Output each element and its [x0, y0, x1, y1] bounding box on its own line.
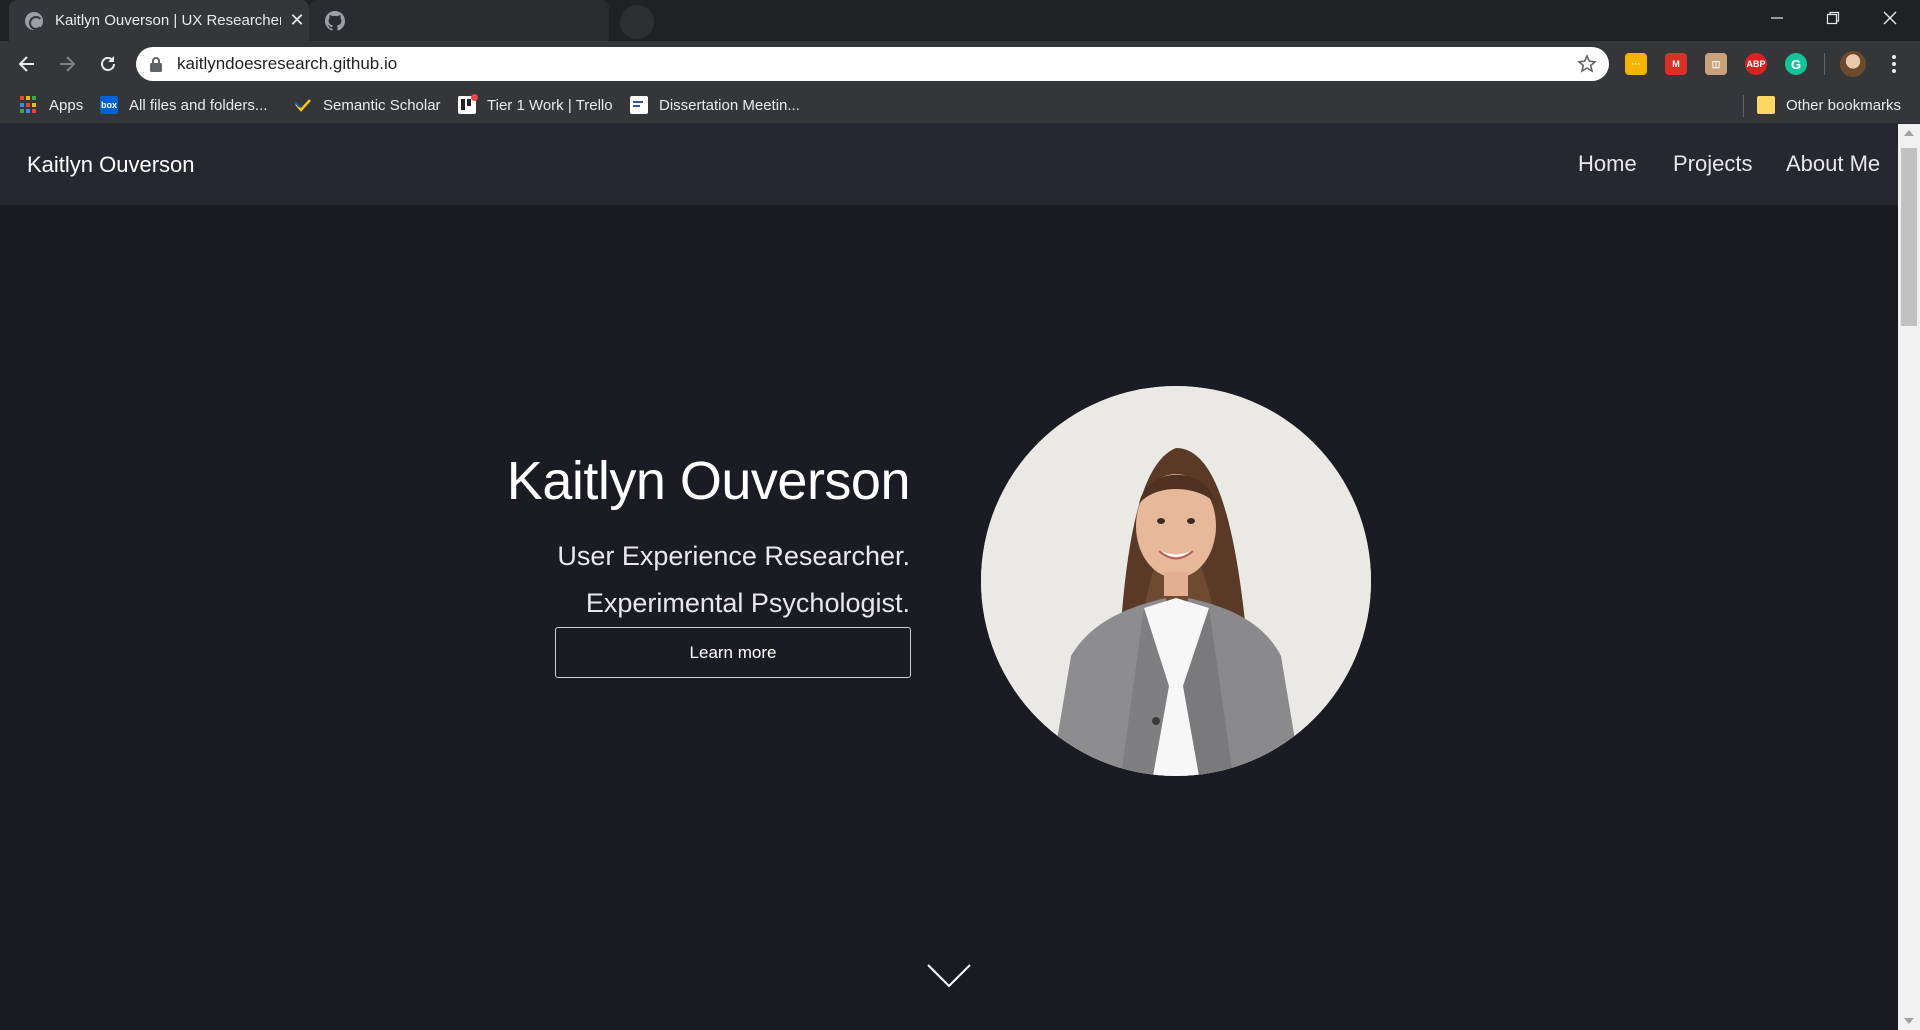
forward-button[interactable] — [52, 49, 82, 79]
box-icon: box — [100, 96, 118, 114]
bookmark-trello[interactable]: Tier 1 Work | Trello — [458, 93, 613, 117]
restore-icon — [1826, 11, 1840, 25]
toolbar-divider — [1824, 53, 1825, 75]
scroll-down-chevron-icon[interactable] — [926, 962, 972, 990]
hero-title: Kaitlyn Ouverson — [506, 451, 911, 511]
learn-more-button[interactable]: Learn more — [555, 627, 911, 678]
close-window-button[interactable] — [1862, 0, 1918, 36]
scroll-thumb[interactable] — [1901, 148, 1917, 326]
restore-button[interactable] — [1805, 0, 1861, 36]
forward-arrow-icon — [60, 56, 76, 72]
grammarly-icon[interactable]: G — [1785, 53, 1807, 75]
bookmark-apps[interactable]: Apps — [20, 93, 83, 117]
back-arrow-icon — [18, 56, 34, 72]
browser-window: Kaitlyn Ouverson | UX Researcher ✕ kaitl… — [0, 0, 1920, 1030]
close-icon — [1883, 11, 1897, 25]
scroll-up-arrow-icon[interactable] — [1904, 130, 1914, 136]
scroll-down-arrow-icon[interactable] — [1904, 1018, 1914, 1024]
address-bar[interactable]: kaitlyndoesresearch.github.io — [136, 47, 1609, 81]
github-icon — [325, 10, 345, 31]
yellow-extension-icon[interactable]: ··· — [1625, 53, 1647, 75]
profile-photo — [981, 386, 1371, 776]
tab-active[interactable]: Kaitlyn Ouverson | UX Researcher ✕ — [9, 0, 309, 41]
minimize-icon — [1771, 17, 1783, 19]
bookmark-label: All files and folders... — [129, 96, 268, 114]
bookmark-dissertation[interactable]: Dissertation Meetin... — [630, 93, 800, 117]
nav-home[interactable]: Home — [1578, 151, 1637, 177]
url-text: kaitlyndoesresearch.github.io — [177, 54, 398, 73]
bookmark-label: Apps — [49, 96, 84, 114]
other-bookmarks[interactable]: Other bookmarks — [1757, 93, 1901, 117]
reload-button[interactable] — [93, 49, 123, 79]
web-page: Kaitlyn Ouverson Home Projects About Me … — [0, 124, 1898, 1030]
folder-icon — [1757, 96, 1775, 114]
notes-icon — [630, 96, 648, 114]
globe-icon — [25, 11, 43, 30]
nav-about-me[interactable]: About Me — [1786, 151, 1880, 177]
bookmark-box[interactable]: box All files and folders... — [100, 93, 267, 117]
minimize-button[interactable] — [1749, 0, 1805, 36]
tab-github[interactable] — [309, 0, 609, 41]
nav-projects[interactable]: Projects — [1673, 151, 1752, 177]
bookmarks-bar: Apps box All files and folders... Semant… — [0, 87, 1920, 124]
adblock-plus-icon[interactable]: ABP — [1745, 53, 1767, 75]
hero-subtitle-2: Experimental Psychologist. — [585, 588, 910, 618]
semantic-scholar-icon — [294, 99, 311, 112]
chrome-menu-button[interactable] — [1884, 51, 1904, 77]
profile-avatar[interactable] — [1840, 51, 1866, 77]
new-tab-button[interactable] — [620, 5, 654, 39]
trello-icon — [458, 94, 478, 114]
bookmarks-divider — [1743, 95, 1744, 117]
portrait-illustration — [981, 386, 1371, 776]
tab-title: Kaitlyn Ouverson | UX Researcher — [55, 12, 281, 29]
bookmark-label: Semantic Scholar — [323, 96, 441, 114]
browser-toolbar: kaitlyndoesresearch.github.io ··· M ◫ AB… — [0, 41, 1920, 87]
hero-subtitle-1: User Experience Researcher. — [557, 541, 910, 571]
site-navbar: Kaitlyn Ouverson Home Projects About Me — [0, 124, 1898, 205]
site-brand[interactable]: Kaitlyn Ouverson — [27, 152, 195, 178]
bookmark-semantic-scholar[interactable]: Semantic Scholar — [294, 93, 441, 117]
page-scrollbar[interactable] — [1898, 124, 1920, 1030]
reload-icon — [101, 56, 115, 71]
lock-icon — [150, 57, 162, 72]
bookmark-label: Dissertation Meetin... — [659, 96, 800, 114]
mendeley-icon[interactable]: M — [1665, 53, 1687, 75]
character-extension-icon[interactable]: ◫ — [1705, 53, 1727, 75]
back-button[interactable] — [12, 49, 42, 79]
bookmark-label: Tier 1 Work | Trello — [487, 96, 613, 114]
tab-close-icon[interactable]: ✕ — [287, 10, 307, 31]
apps-grid-icon — [20, 96, 38, 114]
tab-strip: Kaitlyn Ouverson | UX Researcher ✕ — [0, 0, 1920, 41]
bookmark-star-icon[interactable] — [1577, 54, 1597, 74]
other-bookmarks-label: Other bookmarks — [1786, 96, 1902, 114]
